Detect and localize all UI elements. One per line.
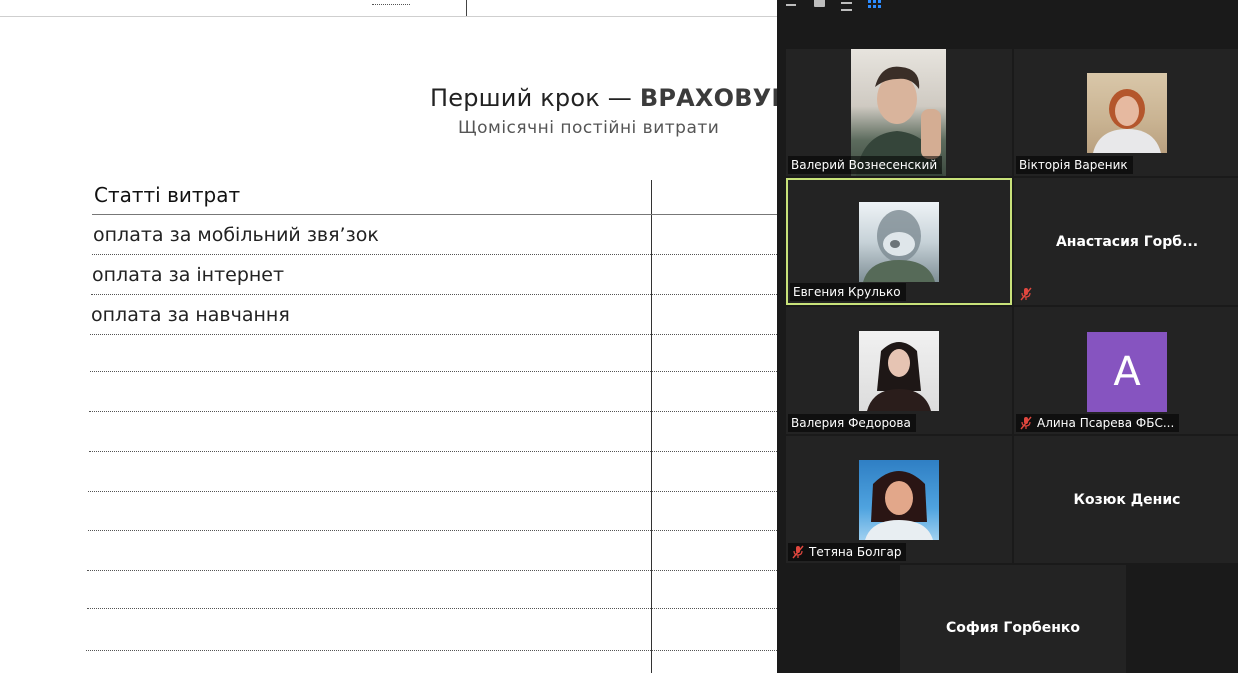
title-accent: ВРАХОВУЙ [639, 84, 777, 112]
participant-video [859, 460, 939, 540]
table-row-line [88, 491, 777, 492]
participant-tile-active-speaker[interactable]: Евгения Крулько [786, 178, 1012, 305]
participant-name-tag: Валерия Федорова [788, 414, 916, 432]
participant-name: Евгения Крулько [793, 285, 901, 299]
table-row-line [90, 334, 777, 335]
participant-video [859, 202, 939, 282]
top-marker [372, 0, 410, 5]
participant-name: Валерий Вознесенский [791, 158, 938, 172]
participant-tile[interactable]: Козюк Денис [1014, 436, 1238, 563]
table-row-line [92, 254, 777, 255]
table-row-line [87, 570, 777, 571]
participant-name: Вікторія Вареник [1019, 158, 1128, 172]
person-video-graphic [867, 342, 931, 411]
participant-display-name: София Горбенко [945, 620, 1081, 636]
gallery-view-icon[interactable] [868, 0, 881, 8]
participant-name: Алина Псарева ФБС... [1037, 416, 1175, 430]
participant-tile[interactable]: Валерий Вознесенский [786, 49, 1012, 176]
participant-name-tag: Валерий Вознесенский [788, 156, 943, 174]
participant-name-tag [1016, 285, 1042, 303]
participant-name-tag: Алина Псарева ФБС... [1016, 414, 1180, 432]
participant-name-tag: Вікторія Вареник [1016, 156, 1133, 174]
muted-mic-icon [791, 545, 805, 559]
video-gallery: Валерий Вознесенский Вікторія Вареник Ев… [777, 0, 1238, 673]
top-border-line [0, 16, 777, 17]
person-video-graphic [863, 210, 935, 282]
shared-document: Перший крок — ВРАХОВУЙ Щомісячні постійн… [0, 0, 777, 673]
participant-display-name: Козюк Денис [1073, 491, 1181, 508]
table-row-line [89, 411, 777, 412]
table-row: оплата за навчання [91, 304, 290, 326]
participant-display-name: Анастасия Горб... [1055, 233, 1199, 250]
document-subtitle: Щомісячні постійні витрати [458, 118, 720, 138]
person-video-graphic [1093, 89, 1161, 153]
participant-video [859, 331, 939, 411]
participant-tile[interactable]: A Алина Псарева ФБС... [1014, 307, 1238, 434]
title-main: Перший крок — [430, 84, 632, 112]
table-row-line [86, 650, 777, 651]
table-row-line [92, 214, 777, 215]
participant-tile[interactable]: Тетяна Болгар [786, 436, 1012, 563]
participant-tile[interactable]: Валерия Федорова [786, 307, 1012, 434]
person-video-graphic [865, 471, 933, 540]
participant-tile[interactable]: Анастасия Горб... [1014, 178, 1238, 305]
muted-mic-icon [1019, 287, 1033, 301]
table-row-line [91, 294, 777, 295]
strip-view-icon[interactable] [841, 2, 852, 11]
participant-name: Тетяна Болгар [809, 545, 902, 559]
muted-mic-icon [1019, 416, 1033, 430]
table-row-line [90, 371, 777, 372]
participant-tile[interactable]: София Горбенко [900, 565, 1126, 673]
top-divider [466, 0, 467, 16]
document-title: Перший крок — ВРАХОВУЙ [430, 84, 777, 112]
participant-avatar: A [1087, 332, 1167, 412]
table-row-line [89, 451, 777, 452]
participant-tile[interactable]: Вікторія Вареник [1014, 49, 1238, 176]
view-toolbar [777, 0, 1238, 14]
table-row-line [87, 608, 777, 609]
table-row-line [88, 530, 777, 531]
single-video-icon[interactable] [814, 0, 825, 7]
participant-name-tag: Евгения Крулько [790, 283, 906, 301]
table-header: Статті витрат [94, 183, 241, 207]
table-row: оплата за інтернет [92, 264, 285, 286]
table-row: оплата за мобільний звя’зок [93, 224, 379, 246]
minimize-icon[interactable] [786, 4, 796, 6]
participant-name-tag: Тетяна Болгар [788, 543, 907, 561]
participant-video [1087, 73, 1167, 153]
participant-name: Валерия Федорова [791, 416, 911, 430]
